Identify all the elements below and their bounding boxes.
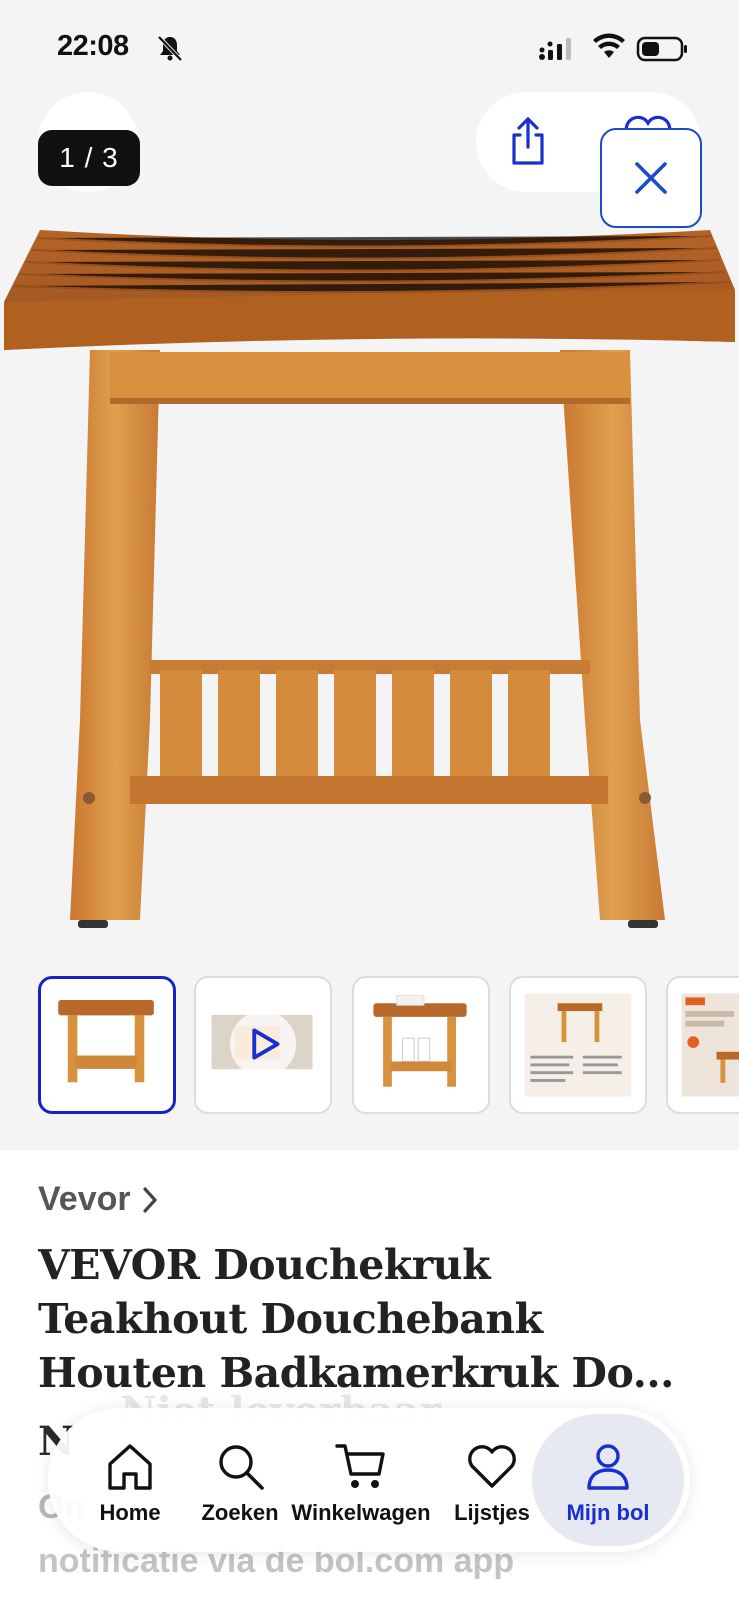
user-icon	[587, 1444, 629, 1490]
tab-label: Lijstjes	[454, 1500, 530, 1525]
tab-my-bol[interactable]: Mijn bol	[546, 1408, 670, 1552]
product-title-line: Teakhout Douchebank	[38, 1295, 543, 1343]
tab-label: Winkelwagen	[291, 1500, 431, 1525]
promo-thumbnail-image	[681, 993, 739, 1097]
image-counter: 1 / 3	[38, 130, 140, 186]
product-image	[4, 230, 735, 928]
thumbnail-strip	[0, 976, 739, 1116]
brand-link[interactable]: Vevor	[38, 1180, 159, 1219]
dimensions-thumbnail-image	[524, 993, 632, 1097]
tab-lists[interactable]: Lijstjes	[446, 1408, 538, 1552]
bell-muted-icon	[157, 35, 183, 62]
thumbnail-1[interactable]	[38, 976, 176, 1114]
stool-towels-thumbnail-image	[373, 994, 467, 1087]
stool-thumbnail-image	[58, 1000, 154, 1083]
tab-cart[interactable]: Winkelwagen	[286, 1408, 436, 1552]
tab-search[interactable]: Zoeken	[188, 1408, 292, 1552]
close-button[interactable]	[600, 128, 702, 228]
tab-label: Zoeken	[201, 1500, 279, 1525]
brand-name: Vevor	[38, 1180, 131, 1218]
share-icon[interactable]	[506, 115, 550, 167]
bottom-tab-bar: Home Zoeken Winkelwagen Lijstjes Mijn bo…	[48, 1408, 690, 1552]
status-time: 22:08	[57, 30, 129, 62]
product-title: VEVOR Douchekruk Teakhout Douchebank Hou…	[38, 1238, 718, 1400]
tab-label: Home	[99, 1500, 161, 1525]
wifi-icon	[593, 33, 625, 58]
search-icon	[219, 1445, 264, 1490]
home-icon	[108, 1444, 152, 1490]
cart-icon	[335, 1444, 385, 1488]
status-bar: 22:08	[0, 0, 739, 100]
thumbnail-4[interactable]	[509, 976, 647, 1114]
thumbnail-5[interactable]	[666, 976, 739, 1114]
video-thumbnail-image	[211, 1011, 313, 1078]
thumbnail-2-video[interactable]	[194, 976, 332, 1114]
thumbnail-3[interactable]	[352, 976, 490, 1114]
signal-icon	[539, 38, 571, 60]
tab-label: Mijn bol	[566, 1500, 650, 1525]
close-icon	[635, 162, 667, 194]
image-viewer: 22:08 1 / 3	[0, 0, 739, 1150]
chevron-right-icon	[143, 1186, 157, 1213]
tab-home[interactable]: Home	[84, 1408, 176, 1552]
battery-icon	[636, 36, 687, 62]
product-title-line: VEVOR Douchekruk	[38, 1241, 491, 1289]
heart-icon	[468, 1445, 516, 1488]
